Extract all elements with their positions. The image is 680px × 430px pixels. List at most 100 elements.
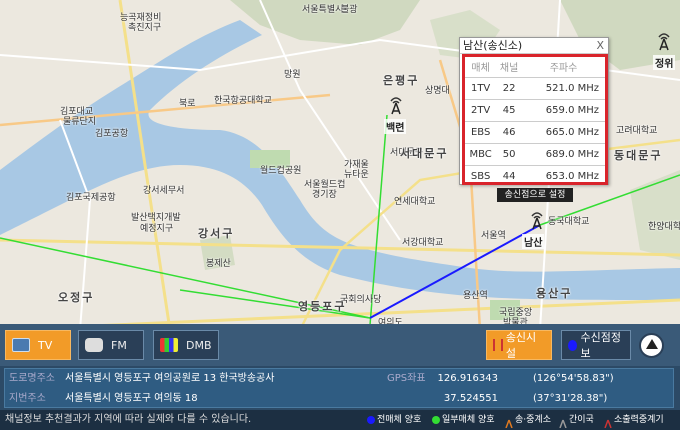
gps-latitude: 37.524551 (443, 393, 498, 404)
table-row: 1TV 22 521.0 MHz (465, 76, 605, 99)
map-place-label: 서울역 (481, 231, 506, 241)
map-place-label: 불광 (341, 5, 358, 15)
legend-label: 소출력중계기 (614, 415, 664, 425)
map-place-label: 동국대학교 (548, 217, 590, 227)
frequency-cell: 689.0 MHz (522, 142, 605, 165)
map-place-label: 북로 (179, 99, 196, 109)
transmitter-popup: 남산(송신소) X 매체 채널 주파수 1TV 22 521.0 MHz 2TV 45 6… (459, 37, 609, 202)
radio-icon (85, 338, 103, 352)
map-place-label: 예정지구 (140, 224, 174, 234)
media-cell: 1TV (465, 76, 497, 99)
channel-table-frame: 매체 채널 주파수 1TV 22 521.0 MHz 2TV 45 659.0 MHz EB… (462, 54, 608, 187)
tab-fm[interactable]: FM (78, 330, 144, 360)
table-row: MBC 50 689.0 MHz (465, 142, 605, 165)
transmitter-tower-icon[interactable] (528, 212, 546, 230)
receiver-dot-icon (568, 339, 578, 351)
transmitter-tower-icon[interactable] (387, 97, 405, 115)
gps-longitude: 126.916343 (437, 373, 498, 384)
channel-cell: 44 (496, 164, 523, 187)
legend-antenna-icon (505, 416, 513, 428)
footer-note: 채널정보 추천결과가 지역에 따라 실제와 다를 수 있습니다. (5, 414, 252, 425)
map-place-label: 서울특별시 (302, 5, 344, 15)
map-place-label: 망원 (284, 70, 301, 80)
legend-item: 송·중계소 (505, 410, 551, 430)
set-transmitter-button[interactable]: 송신점으로 설정 (497, 188, 573, 202)
lot-address-label: 지번주소 (9, 393, 46, 404)
lot-address-value: 서울특별시 영등포구 여의동 18 (65, 393, 198, 404)
media-cell: MBC (465, 142, 497, 165)
channel-cell: 50 (496, 142, 523, 165)
tab-dmb[interactable]: DMB (153, 330, 219, 360)
legend-label: 일부매체 양호 (442, 415, 495, 425)
receiver-info-label: 수신점정보 (580, 331, 621, 360)
footer-bar: 채널정보 추천결과가 지역에 따라 실제와 다를 수 있습니다. 전매체 양호 일… (0, 410, 680, 430)
map-district-label: 용산구 (536, 287, 573, 300)
map-place-label: 연세대학교 (394, 197, 436, 207)
legend-item: 간이국 (559, 410, 594, 430)
media-cell: SBS (465, 164, 497, 187)
gps-label: GPS좌표 (387, 373, 426, 384)
map-place-label: 상명대 (425, 86, 450, 96)
map-place-label: 강서세무서 (143, 186, 185, 196)
frequency-cell: 659.0 MHz (522, 98, 605, 121)
legend-dot-icon (432, 416, 440, 424)
map-place-label: 뉴타운 (344, 170, 369, 180)
close-icon[interactable]: X (596, 38, 604, 53)
gps-latitude-dms: (37°31'28.38") (533, 393, 608, 404)
map-district-label: 서대문구 (400, 147, 449, 160)
frequency-cell: 665.0 MHz (522, 120, 605, 143)
road-address-value: 서울특별시 영등포구 여의공원로 13 한국방송공사 (65, 373, 275, 384)
legend-label: 간이국 (569, 415, 594, 425)
map-place-label: 봉제산 (206, 259, 231, 269)
map-place-label: 고려대학교 (616, 126, 658, 136)
map-place-label: 월드컵공원 (260, 166, 302, 176)
map-place-label: 경기장 (312, 190, 337, 200)
map-place-label: 용산역 (463, 291, 488, 301)
road-address-label: 도로명주소 (9, 373, 55, 384)
media-cell: 2TV (465, 98, 497, 121)
transmitter-facility-button[interactable]: 송신시설 (486, 330, 552, 360)
legend-label: 전매체 양호 (377, 415, 422, 425)
map-place-label: 김포공항 (95, 129, 129, 139)
map-district-label: 오정구 (58, 291, 95, 304)
tab-tv[interactable]: TV (5, 330, 71, 360)
legend-item: 일부매체 양호 (432, 410, 495, 430)
legend-item: 소출력중계기 (604, 410, 664, 430)
road-address-row: 도로명주소 서울특별시 영등포구 여의공원로 13 한국방송공사 GPS좌표 1… (5, 369, 673, 388)
map-place-label: 한국항공대학교 (214, 96, 272, 106)
header-channel: 채널 (499, 63, 519, 75)
table-row: SBS 44 653.0 MHz (465, 164, 605, 187)
tab-tv-label: TV (38, 338, 53, 352)
transmitter-name[interactable]: 백련 (384, 119, 407, 134)
map-place-label: 촉진지구 (128, 23, 162, 33)
frequency-cell: 521.0 MHz (522, 76, 605, 99)
legend-dot-icon (367, 416, 375, 424)
map-district-label: 동대문구 (614, 149, 663, 162)
channel-cell: 46 (496, 120, 523, 143)
antenna-icon (493, 339, 503, 351)
tab-dmb-label: DMB (186, 338, 212, 352)
collapse-up-icon[interactable] (639, 333, 664, 358)
map-district-label: 은평구 (383, 74, 420, 87)
media-tabs: TV FM DMB 송신시설 수신점정보 (0, 324, 680, 366)
popup-header: 남산(송신소) X (460, 38, 608, 54)
channel-cell: 22 (496, 76, 523, 99)
map-place-label: 김포국제공항 (66, 193, 116, 203)
transmitter-tower-icon[interactable] (655, 33, 673, 51)
receiver-info-button[interactable]: 수신점정보 (561, 330, 631, 360)
channel-table: 매체 채널 주파수 1TV 22 521.0 MHz 2TV 45 659.0 MHz EB… (465, 57, 605, 187)
transmitter-name[interactable]: 정위 (653, 55, 676, 70)
dmb-icon (160, 338, 178, 352)
map-place-label: 한양대학교 (648, 222, 680, 232)
map-place-label: 물류단지 (63, 117, 97, 127)
gps-longitude-dms: (126°54'58.83") (533, 373, 614, 384)
legend-antenna-icon (559, 416, 567, 428)
tab-fm-label: FM (111, 338, 127, 352)
channel-cell: 45 (496, 98, 523, 121)
lot-address-row: 지번주소 서울특별시 영등포구 여의동 18 37.524551 (37°31'… (5, 389, 673, 408)
transmitter-name[interactable]: 남산 (522, 234, 545, 249)
table-row: 2TV 45 659.0 MHz (465, 98, 605, 121)
bottom-panel: TV FM DMB 송신시설 수신점정보 도로명주소 서울특별시 영등포구 여의… (0, 324, 680, 430)
header-media: 매체 (471, 63, 490, 75)
tv-icon (12, 338, 30, 352)
